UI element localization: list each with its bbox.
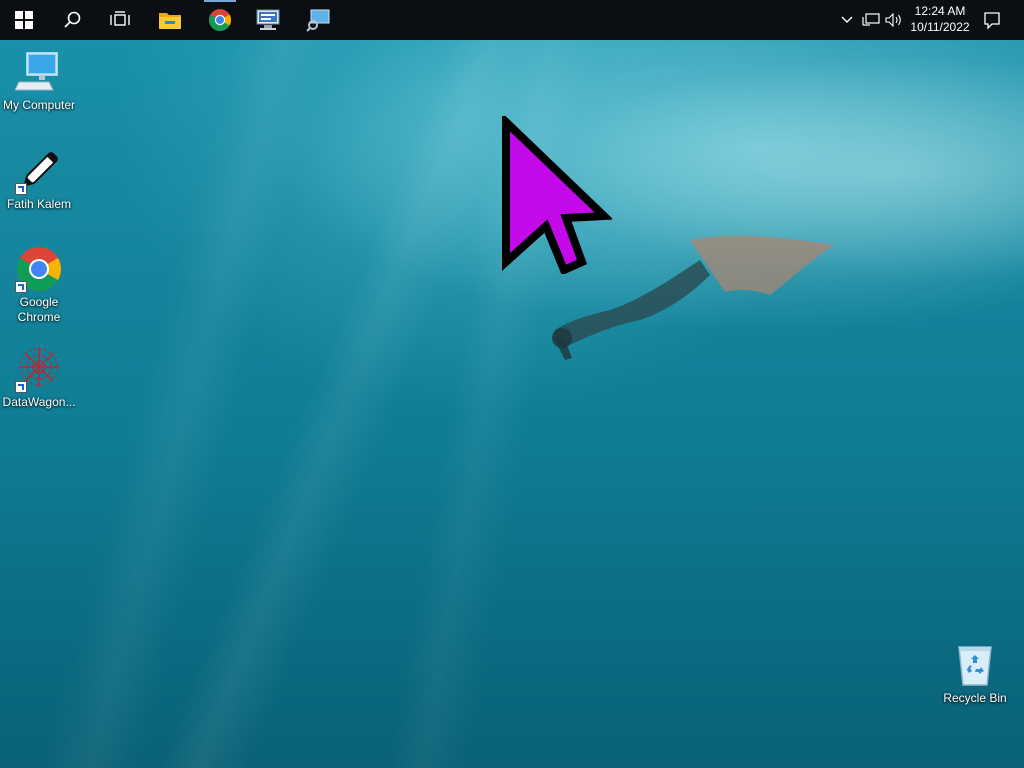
desktop-icon-fatih-kalem[interactable]: Fatih Kalem [0, 147, 78, 212]
clock-time: 12:24 AM [914, 4, 966, 18]
search-icon [64, 11, 81, 28]
volume-icon [885, 13, 901, 27]
desktop-icon-recycle-bin[interactable]: Recycle Bin [936, 641, 1014, 706]
monitor-search-icon [306, 9, 330, 32]
network-computer-icon [256, 9, 280, 30]
pen-icon [15, 147, 63, 195]
folder-icon [159, 13, 181, 29]
clock-date: 10/11/2022 [910, 20, 970, 34]
shortcut-arrow-icon [15, 183, 27, 195]
desktop-icon-label: DataWagon... [2, 395, 76, 409]
desktop-icon-label: My Computer [2, 98, 76, 112]
action-center-icon [984, 12, 1000, 29]
recycle-bin-icon [951, 641, 999, 689]
windows-logo-icon [15, 11, 33, 29]
task-view-button[interactable] [96, 0, 144, 40]
search-button[interactable] [48, 0, 96, 40]
desktop-icon-my-computer[interactable]: My Computer [0, 48, 78, 113]
chrome-button[interactable] [196, 0, 244, 40]
computer-icon [14, 48, 63, 96]
desktop-icon-label: Fatih Kalem [6, 197, 72, 211]
task-view-icon [110, 11, 130, 26]
shortcut-arrow-icon [15, 381, 27, 393]
volume-tray-button[interactable] [884, 0, 904, 40]
chrome-icon [209, 9, 231, 31]
action-center-button[interactable] [978, 0, 1006, 40]
start-button[interactable] [0, 0, 48, 40]
desktop-icon-google-chrome[interactable]: Google Chrome [0, 245, 78, 325]
desktop-icon-label: Google Chrome [17, 295, 61, 324]
show-hidden-icons-button[interactable] [838, 0, 856, 40]
network-icon [862, 13, 880, 26]
mouse-cursor-icon [502, 116, 612, 274]
chrome-icon [15, 245, 63, 293]
shortcut-arrow-icon [15, 281, 27, 293]
desktop-icon-datawagon[interactable]: DataWagon... [0, 345, 78, 410]
chevron-up-icon [841, 16, 853, 23]
taskbar-clock[interactable]: 12:24 AM 10/11/2022 [904, 3, 976, 35]
remote-app-button[interactable] [294, 0, 342, 40]
file-explorer-button[interactable] [146, 0, 194, 40]
taskbar: 12:24 AM 10/11/2022 [0, 0, 1024, 40]
datawagon-icon [15, 345, 63, 393]
desktop-icon-label: Recycle Bin [943, 691, 1007, 705]
network-tray-button[interactable] [860, 0, 882, 40]
network-app-button[interactable] [244, 0, 292, 40]
